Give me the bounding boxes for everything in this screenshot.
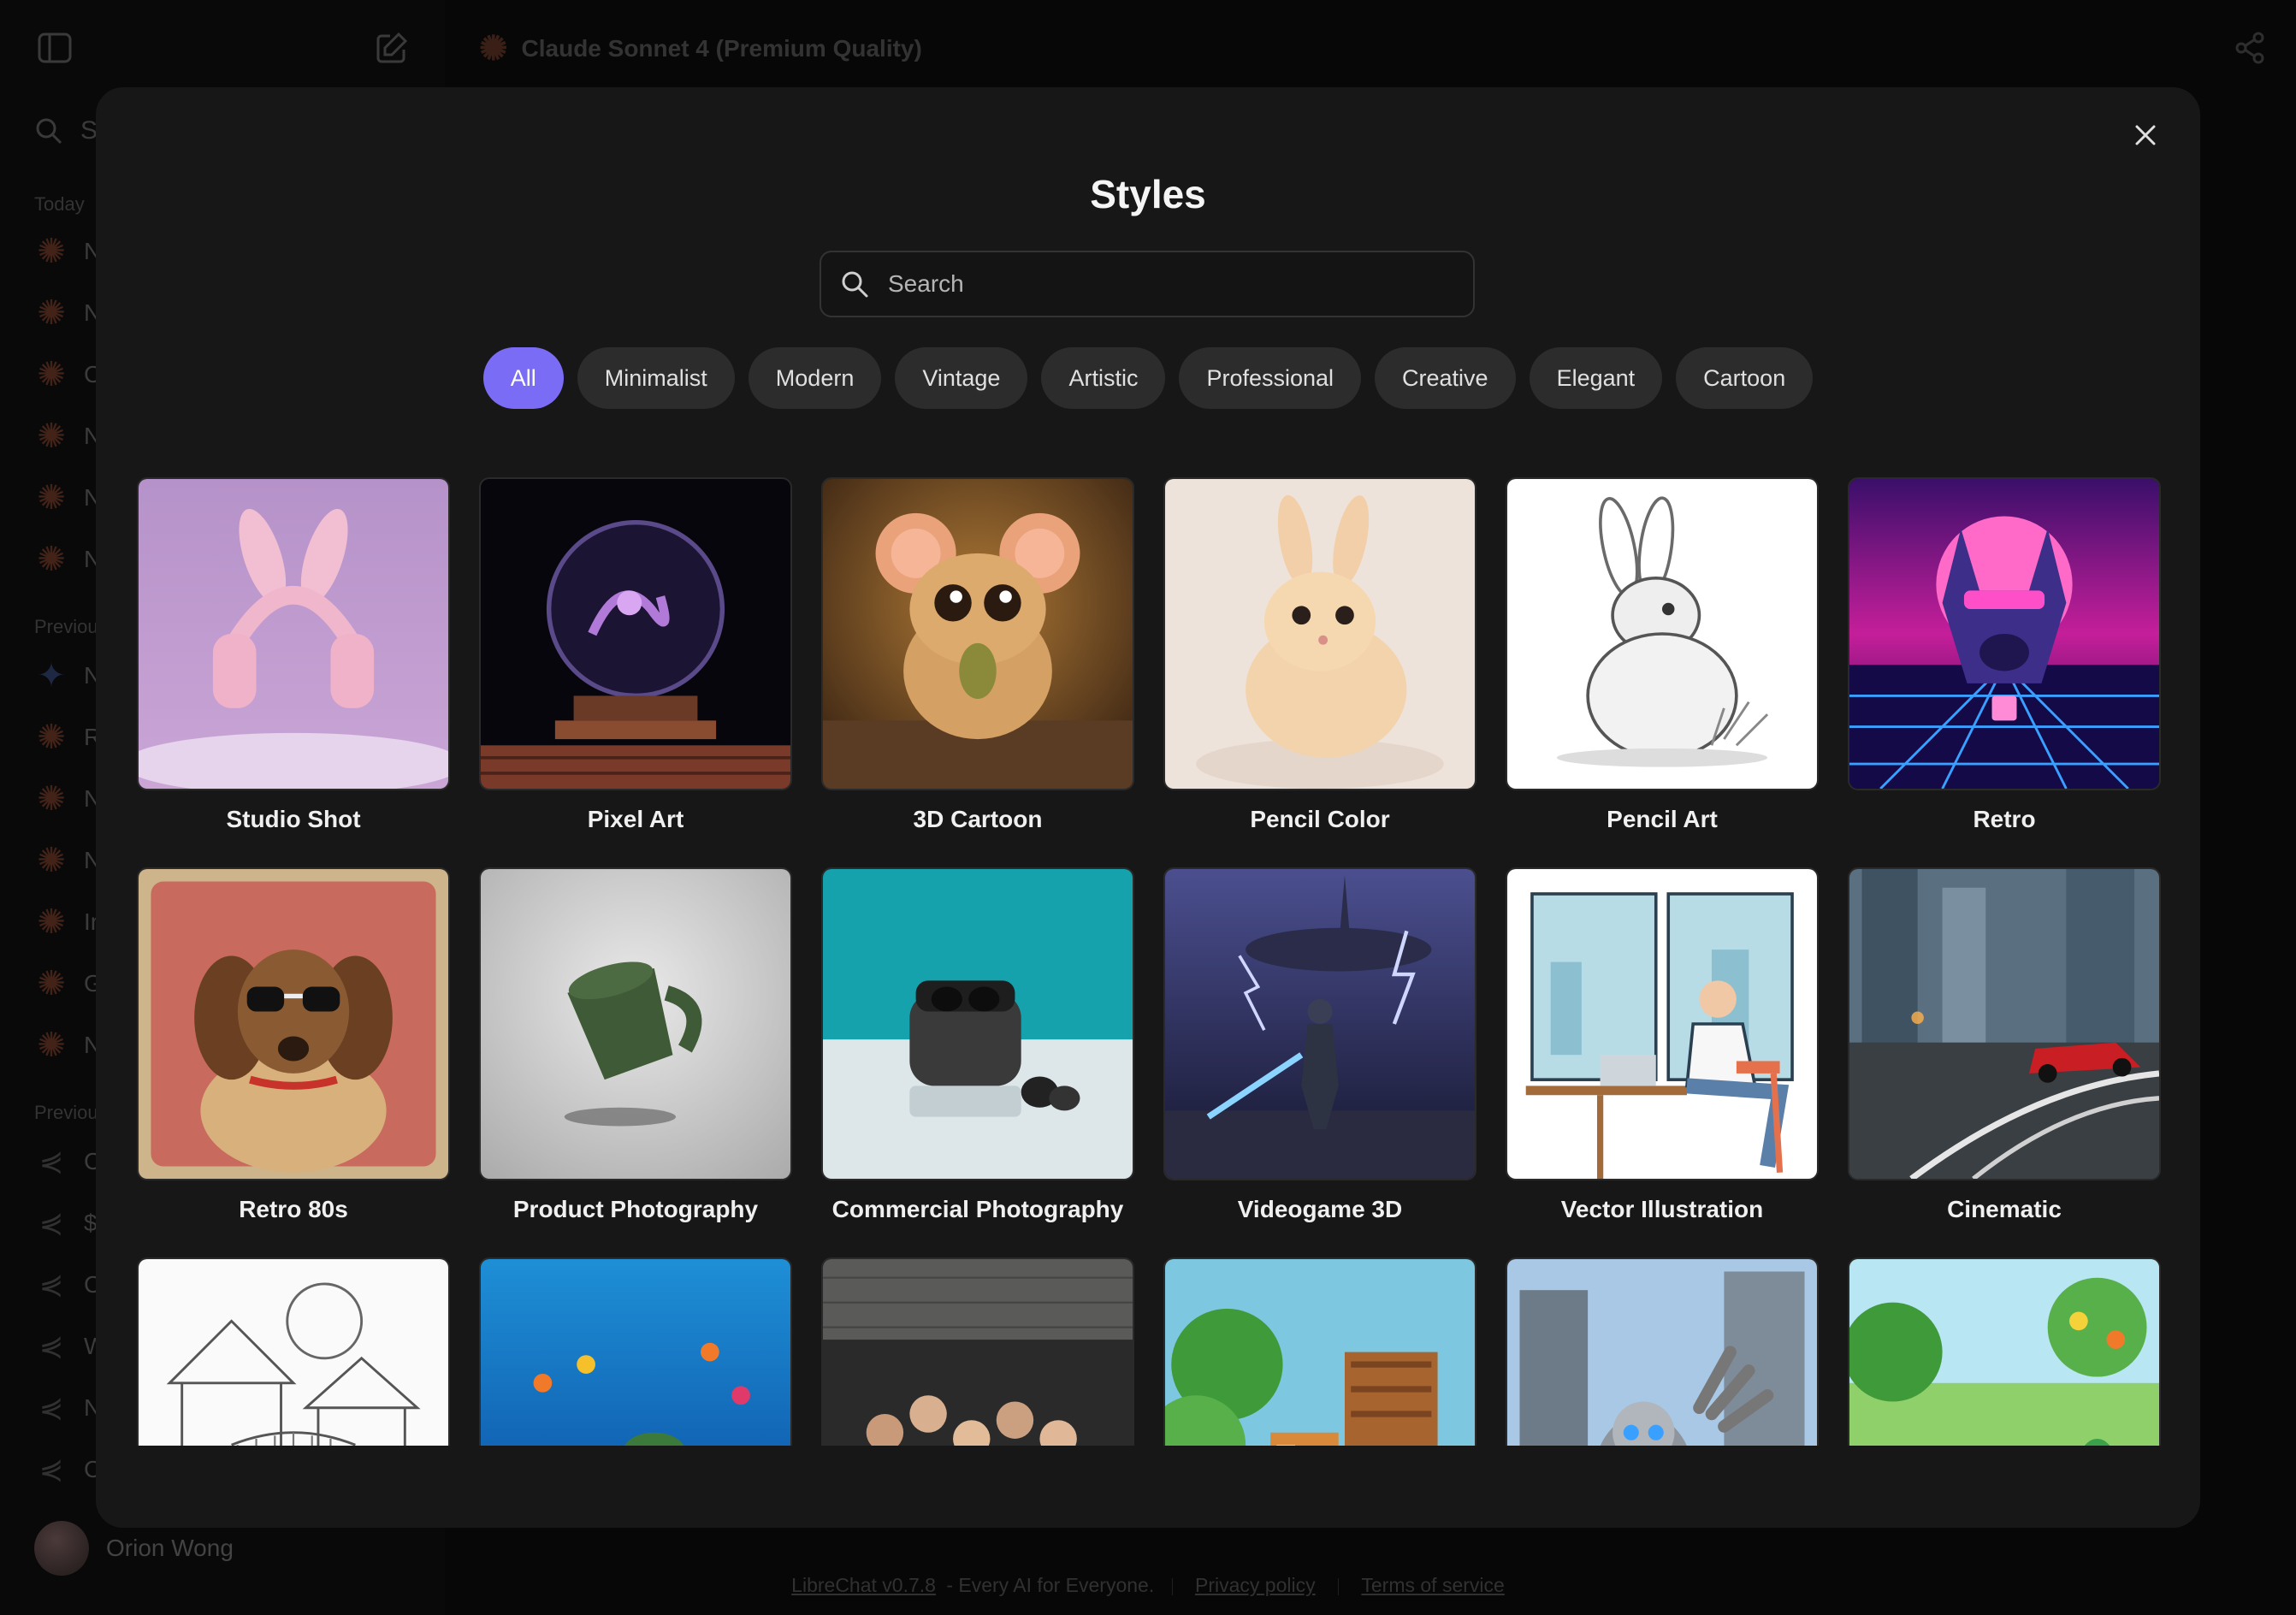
style-card-commercial-photography[interactable]: Commercial Photography [821, 867, 1134, 1223]
filter-chip-vintage[interactable]: Vintage [895, 347, 1028, 409]
style-image-pink-bunny-headphones [137, 477, 450, 790]
style-card-studio-shot[interactable]: Studio Shot [137, 477, 450, 833]
style-search-box[interactable] [820, 251, 1475, 317]
modal-title: Styles [1090, 172, 1206, 216]
style-card-pencil-art[interactable]: Pencil Art [1506, 477, 1819, 833]
style-image-red-sports-car [1848, 867, 2161, 1180]
style-image-earbuds-case [821, 867, 1134, 1180]
style-label: Commercial Photography [831, 1196, 1124, 1222]
style-card-product-photography[interactable]: Product Photography [479, 867, 792, 1223]
filter-chips: All Minimalist Modern Vintage Artistic P… [96, 347, 2200, 409]
style-image-sketched-rabbit [1506, 477, 1819, 790]
filter-chip-minimalist[interactable]: Minimalist [577, 347, 735, 409]
style-image-green-mug [479, 867, 792, 1180]
style-label: Pixel Art [587, 806, 684, 832]
style-card-3d-cartoon[interactable]: 3D Cartoon [821, 477, 1134, 833]
style-image-colored-bunny [1163, 477, 1476, 790]
style-image-man-at-laptop [1506, 867, 1819, 1180]
search-icon [842, 271, 868, 298]
styles-modal: Styles All Minimalist Modern Vintage Art… [96, 87, 2200, 1528]
style-label: Studio Shot [226, 806, 361, 832]
modal-bottom-padding [96, 1446, 2200, 1528]
style-image-sci-fi-warrior [1163, 867, 1476, 1180]
style-card-pixel-art[interactable]: Pixel Art [479, 477, 792, 833]
style-card-pencil-color[interactable]: Pencil Color [1163, 477, 1476, 833]
style-label: 3D Cartoon [913, 806, 1043, 832]
close-icon [2135, 125, 2156, 145]
filter-chip-modern[interactable]: Modern [748, 347, 882, 409]
styles-grid: Studio Shot Pixel Art 3D Cartoon Pencil … [137, 477, 2161, 1528]
style-label: Pencil Color [1250, 806, 1390, 832]
style-image-synthwave-dog [1848, 477, 2161, 790]
filter-chip-professional[interactable]: Professional [1179, 347, 1362, 409]
style-card-videogame-3d[interactable]: Videogame 3D [1163, 867, 1476, 1223]
style-image-cartoon-mouse [821, 477, 1134, 790]
filter-chip-cartoon[interactable]: Cartoon [1676, 347, 1814, 409]
style-label: Retro 80s [239, 1196, 348, 1222]
style-label: Cinematic [1947, 1196, 2062, 1222]
style-image-dog-with-sunglasses [137, 867, 450, 1180]
style-card-cinematic[interactable]: Cinematic [1848, 867, 2161, 1223]
style-card-retro[interactable]: Retro [1848, 477, 2161, 833]
style-card-retro-80s[interactable]: Retro 80s [137, 867, 450, 1223]
style-label: Videogame 3D [1237, 1196, 1403, 1222]
style-label: Product Photography [512, 1196, 759, 1222]
filter-chip-all[interactable]: All [482, 347, 564, 409]
filter-chip-creative[interactable]: Creative [1375, 347, 1516, 409]
close-button[interactable] [2125, 115, 2166, 156]
filter-chip-elegant[interactable]: Elegant [1529, 347, 1663, 409]
style-label: Pencil Art [1607, 806, 1718, 832]
style-image-crystal-ball [479, 477, 792, 790]
style-search-input[interactable] [886, 269, 1473, 299]
style-label: Vector Illustration [1560, 1196, 1764, 1222]
filter-chip-artistic[interactable]: Artistic [1041, 347, 1166, 409]
style-label: Retro [1973, 806, 2036, 832]
style-card-vector-illustration[interactable]: Vector Illustration [1506, 867, 1819, 1223]
